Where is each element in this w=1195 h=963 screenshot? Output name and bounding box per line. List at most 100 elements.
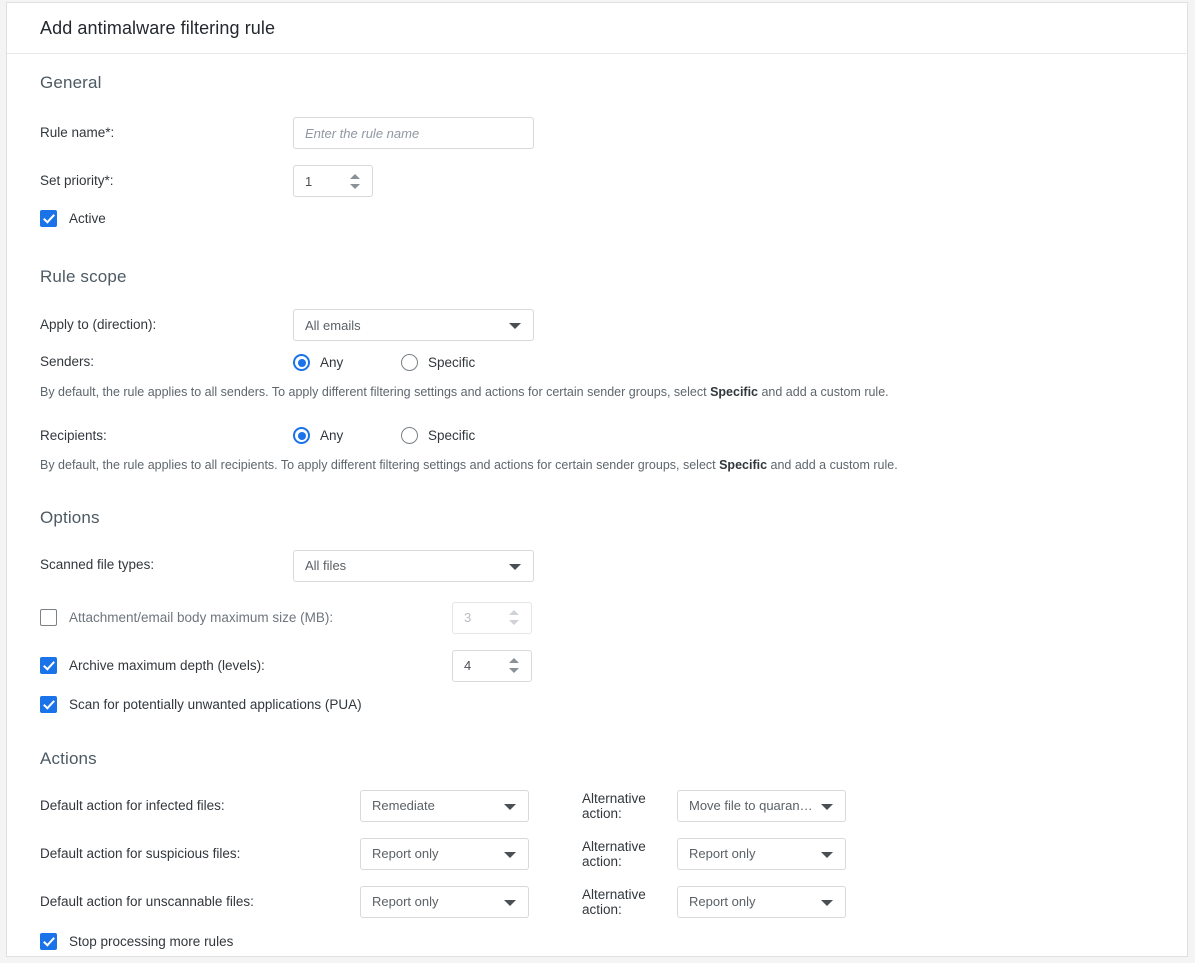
chevron-down-icon	[509, 564, 521, 570]
active-checkbox[interactable]	[40, 210, 57, 227]
archive-depth-value: 4	[453, 658, 471, 673]
chevron-down-icon	[504, 804, 516, 810]
rule-name-row: Rule name*:	[40, 117, 1154, 149]
senders-radio-any[interactable]: Any	[293, 354, 401, 371]
dialog-header: Add antimalware filtering rule	[7, 3, 1187, 54]
unscannable-alt-action-label: Alternative action:	[529, 887, 677, 917]
suspicious-files-action-value: Report only	[372, 846, 456, 861]
dialog-card: Add antimalware filtering rule General R…	[6, 2, 1188, 957]
set-priority-value: 1	[294, 174, 312, 189]
recipients-radio-group: Any Specific	[293, 427, 475, 444]
archive-depth-row: Archive maximum depth (levels): 4	[40, 650, 1154, 682]
chevron-down-icon	[821, 852, 833, 858]
senders-label: Senders:	[40, 354, 293, 370]
stepper-down-icon[interactable]	[350, 184, 360, 189]
scanned-file-types-row: Scanned file types: All files	[40, 550, 1154, 582]
chevron-down-icon	[821, 900, 833, 906]
apply-to-label: Apply to (direction):	[40, 317, 293, 333]
set-priority-stepper[interactable]: 1	[293, 165, 373, 197]
rule-name-input[interactable]	[293, 117, 534, 149]
scanned-file-types-value: All files	[305, 558, 364, 573]
rule-name-label: Rule name*:	[40, 125, 293, 141]
recipients-row: Recipients: Any Specific	[40, 427, 1154, 444]
senders-help-text: By default, the rule applies to all send…	[40, 384, 1154, 400]
recipients-help-text: By default, the rule applies to all reci…	[40, 457, 1154, 473]
pua-checkbox-row[interactable]: Scan for potentially unwanted applicatio…	[40, 696, 1154, 713]
recipients-help-pre: By default, the rule applies to all reci…	[40, 458, 719, 472]
attachment-size-label: Attachment/email body maximum size (MB):	[69, 610, 333, 625]
scanned-file-types-select[interactable]: All files	[293, 550, 534, 582]
recipients-radio-specific[interactable]: Specific	[401, 427, 475, 444]
section-heading-actions: Actions	[40, 749, 1154, 769]
active-checkbox-row[interactable]: Active	[40, 210, 1154, 227]
stop-processing-checkbox-row[interactable]: Stop processing more rules	[40, 933, 1154, 950]
stepper-arrows[interactable]	[509, 651, 522, 681]
senders-help-bold: Specific	[710, 385, 758, 399]
archive-depth-label: Archive maximum depth (levels):	[69, 658, 265, 673]
action-row-unscannable: Default action for unscannable files: Re…	[40, 886, 1154, 918]
page-title: Add antimalware filtering rule	[40, 18, 275, 39]
recipients-help-post: and add a custom rule.	[767, 458, 898, 472]
chevron-down-icon	[504, 900, 516, 906]
attachment-size-checkbox[interactable]	[40, 609, 57, 626]
radio-selected-icon[interactable]	[293, 427, 310, 444]
senders-specific-label: Specific	[428, 355, 475, 370]
stop-processing-checkbox[interactable]	[40, 933, 57, 950]
stop-processing-label: Stop processing more rules	[69, 934, 233, 949]
page-background: Add antimalware filtering rule General R…	[0, 0, 1195, 963]
recipients-label: Recipients:	[40, 428, 293, 444]
active-label: Active	[69, 211, 106, 226]
stepper-up-icon[interactable]	[509, 610, 519, 615]
archive-depth-checkbox[interactable]	[40, 657, 57, 674]
infected-files-action-select[interactable]: Remediate	[360, 790, 529, 822]
set-priority-row: Set priority*: 1	[40, 165, 1154, 197]
suspicious-files-action-select[interactable]: Report only	[360, 838, 529, 870]
archive-depth-checkbox-row[interactable]: Archive maximum depth (levels):	[40, 657, 452, 674]
unscannable-alt-action-value: Report only	[689, 894, 773, 909]
attachment-size-checkbox-row[interactable]: Attachment/email body maximum size (MB):	[40, 609, 452, 626]
recipients-radio-any[interactable]: Any	[293, 427, 401, 444]
action-row-suspicious: Default action for suspicious files: Rep…	[40, 838, 1154, 870]
unscannable-files-action-select[interactable]: Report only	[360, 886, 529, 918]
senders-help-pre: By default, the rule applies to all send…	[40, 385, 710, 399]
suspicious-alt-action-select[interactable]: Report only	[677, 838, 846, 870]
section-heading-general: General	[40, 73, 1154, 93]
apply-to-select[interactable]: All emails	[293, 309, 534, 341]
recipients-help-bold: Specific	[719, 458, 767, 472]
stepper-up-icon[interactable]	[350, 174, 360, 179]
stepper-down-icon[interactable]	[509, 668, 519, 673]
scanned-file-types-label: Scanned file types:	[40, 557, 293, 573]
suspicious-alt-action-value: Report only	[689, 846, 773, 861]
recipients-any-label: Any	[320, 428, 343, 443]
archive-depth-stepper[interactable]: 4	[452, 650, 532, 682]
pua-checkbox[interactable]	[40, 696, 57, 713]
unscannable-files-label: Default action for unscannable files:	[40, 894, 360, 909]
section-heading-rule-scope: Rule scope	[40, 267, 1154, 287]
radio-unselected-icon[interactable]	[401, 354, 418, 371]
recipients-specific-label: Specific	[428, 428, 475, 443]
pua-label: Scan for potentially unwanted applicatio…	[69, 697, 362, 712]
suspicious-alt-action-label: Alternative action:	[529, 839, 677, 869]
stepper-arrows[interactable]	[509, 603, 522, 633]
set-priority-label: Set priority*:	[40, 173, 293, 189]
stepper-down-icon[interactable]	[509, 620, 519, 625]
unscannable-alt-action-select[interactable]: Report only	[677, 886, 846, 918]
infected-alt-action-value: Move file to quarantine	[689, 798, 834, 813]
radio-selected-icon[interactable]	[293, 354, 310, 371]
senders-radio-specific[interactable]: Specific	[401, 354, 475, 371]
stepper-up-icon[interactable]	[509, 658, 519, 663]
apply-to-value: All emails	[305, 318, 379, 333]
attachment-size-stepper[interactable]: 3	[452, 602, 532, 634]
actions-grid: Default action for infected files: Remed…	[40, 790, 1154, 918]
stepper-arrows[interactable]	[350, 166, 363, 196]
infected-alt-action-select[interactable]: Move file to quarantine	[677, 790, 846, 822]
infected-files-label: Default action for infected files:	[40, 798, 360, 813]
senders-any-label: Any	[320, 355, 343, 370]
dialog-body: General Rule name*: Set priority*: 1 Act…	[7, 73, 1187, 950]
suspicious-files-label: Default action for suspicious files:	[40, 846, 360, 861]
apply-to-row: Apply to (direction): All emails	[40, 309, 1154, 341]
infected-alt-action-label: Alternative action:	[529, 791, 677, 821]
action-row-infected: Default action for infected files: Remed…	[40, 790, 1154, 822]
infected-files-action-value: Remediate	[372, 798, 453, 813]
radio-unselected-icon[interactable]	[401, 427, 418, 444]
